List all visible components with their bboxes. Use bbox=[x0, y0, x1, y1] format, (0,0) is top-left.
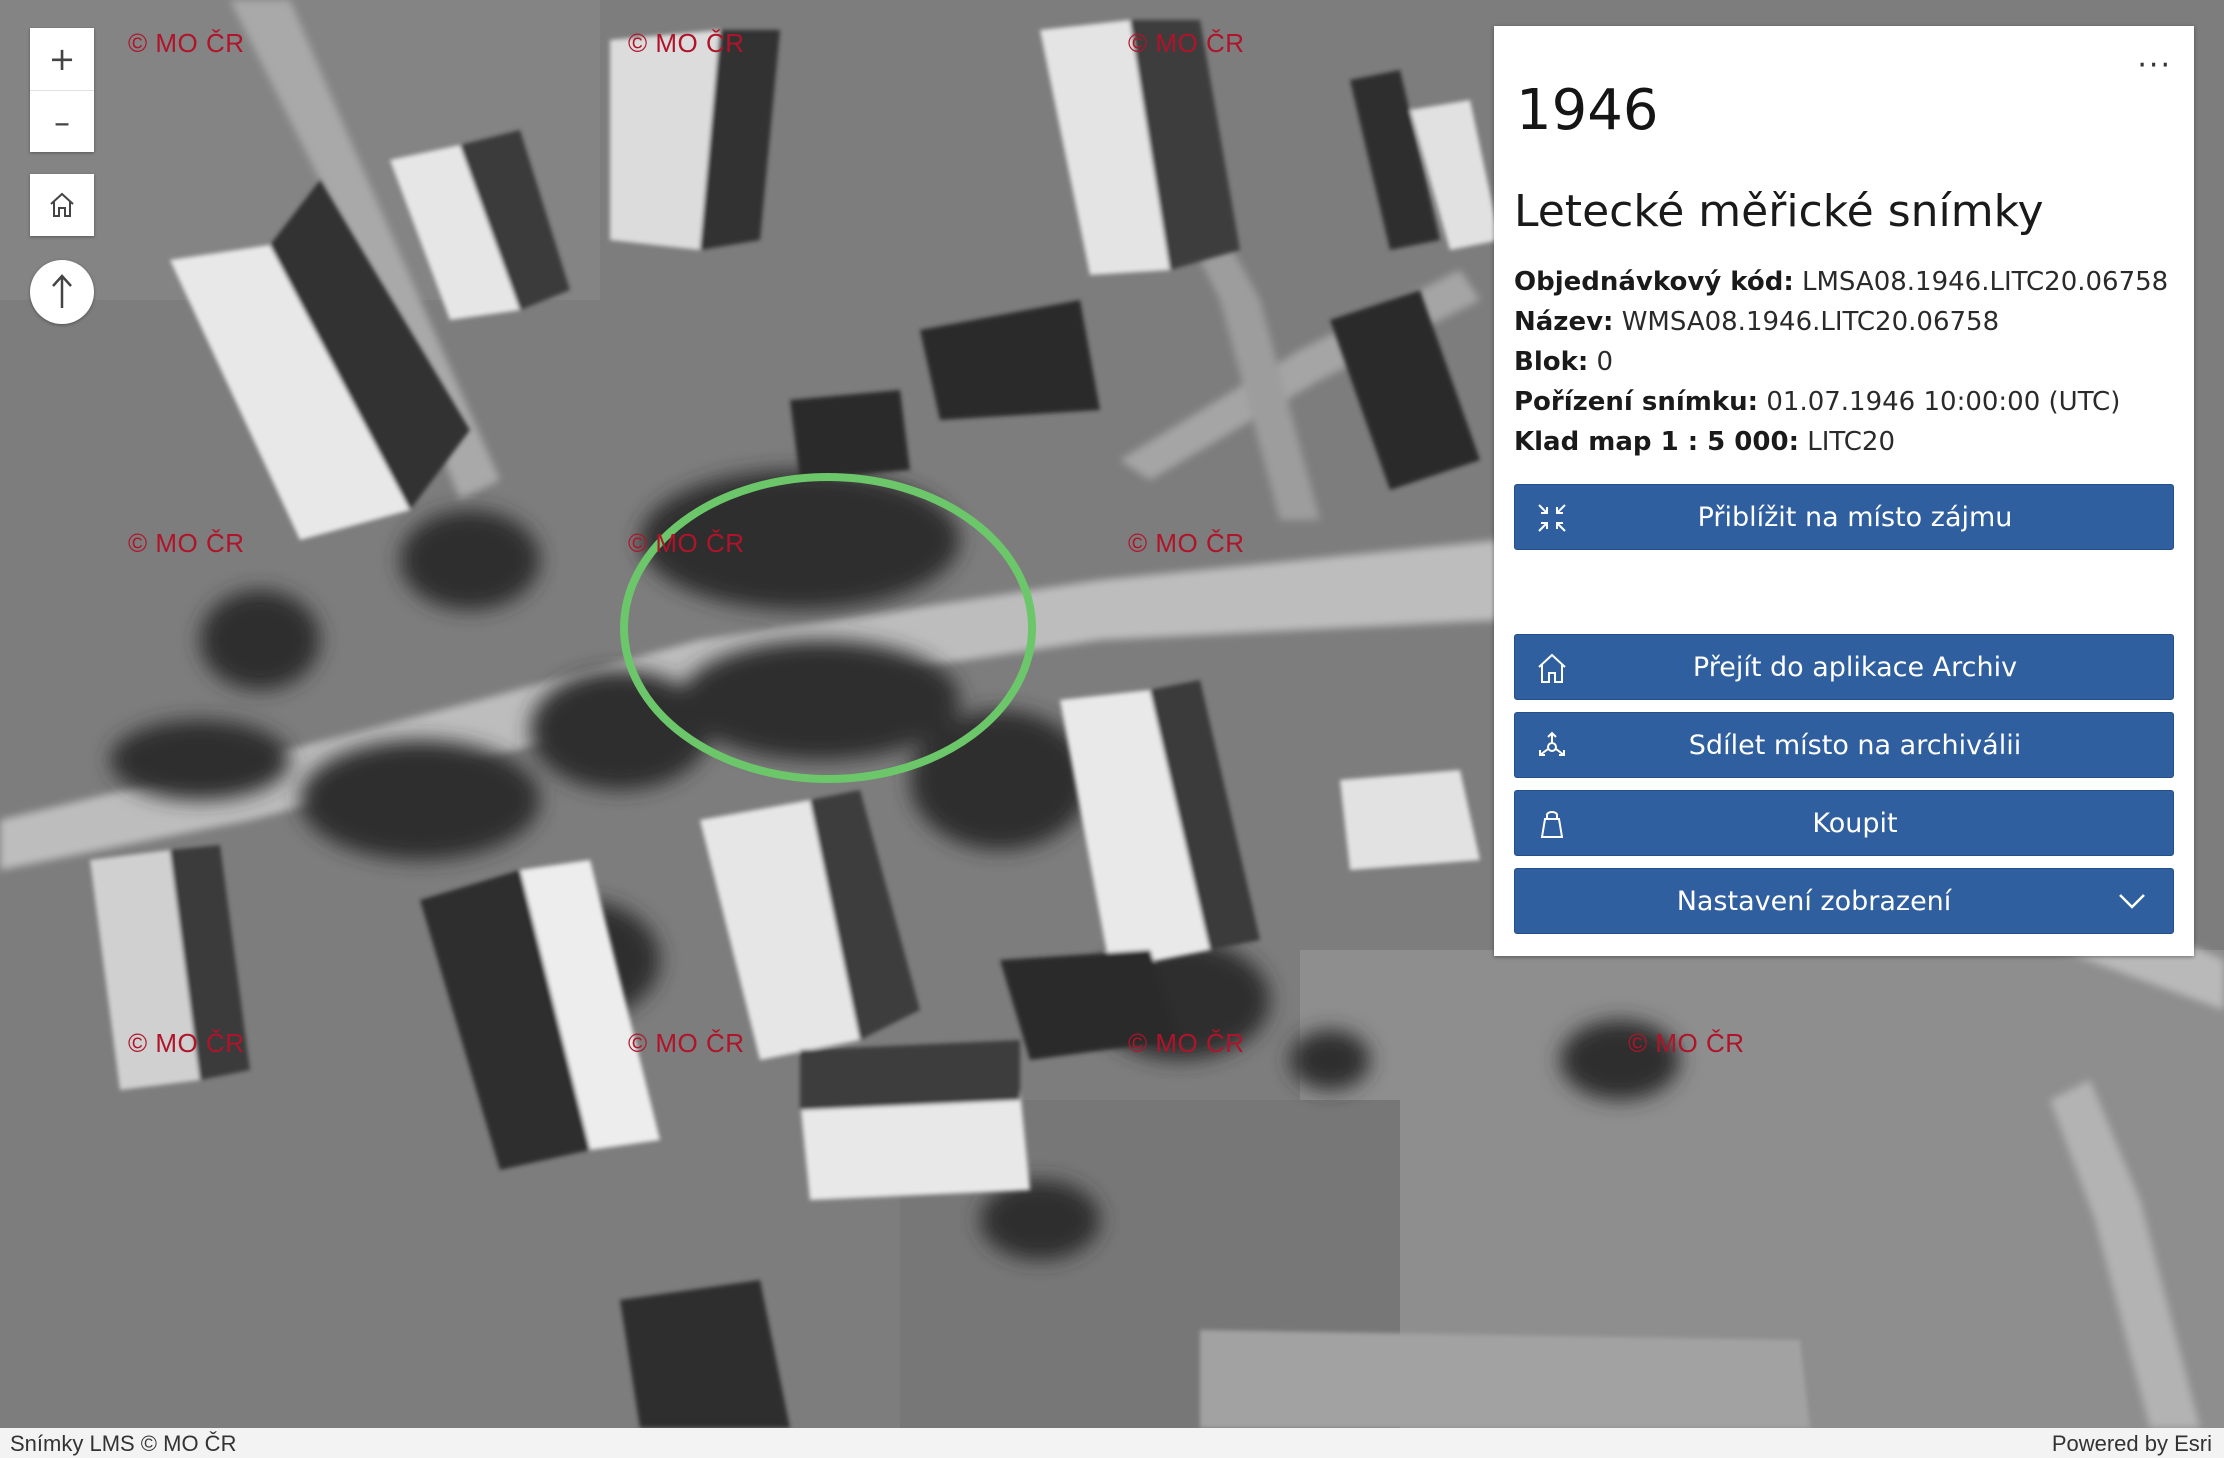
open-archive-button[interactable]: Přejít do aplikace Archiv bbox=[1514, 634, 2174, 700]
home-control bbox=[30, 174, 94, 236]
attribute-row: Klad map 1 : 5 000: LITC20 bbox=[1514, 422, 2168, 462]
attribution-bar: Snímky LMS © MO ČR Powered by Esri bbox=[0, 1428, 2224, 1458]
buy-label: Koupit bbox=[1812, 807, 1898, 839]
attribute-row: Blok: 0 bbox=[1514, 342, 2168, 382]
attribute-value: 0 bbox=[1596, 347, 1614, 377]
watermark: © MO ČR bbox=[128, 1028, 245, 1058]
watermark: © MO ČR bbox=[628, 28, 745, 58]
compass-button[interactable] bbox=[30, 260, 94, 324]
attribute-value: WMSA08.1946.LITC20.06758 bbox=[1621, 307, 2000, 337]
attribute-label: Blok: bbox=[1514, 347, 1589, 377]
north-arrow-icon bbox=[52, 274, 72, 308]
open-archive-label: Přejít do aplikace Archiv bbox=[1692, 651, 2018, 683]
shopping-bag-icon bbox=[1540, 811, 1564, 838]
powered-by-esri[interactable]: Powered by Esri bbox=[2052, 1431, 2212, 1457]
panel-year: 1946 bbox=[1516, 78, 1659, 143]
display-settings-label: Nastavení zobrazení bbox=[1676, 885, 1952, 917]
zoom-controls: + – bbox=[30, 28, 94, 152]
attribute-row: Pořízení snímku: 01.07.1946 10:00:00 (UT… bbox=[1514, 382, 2168, 422]
zoom-to-icon bbox=[1538, 504, 1566, 532]
attribute-label: Název: bbox=[1514, 307, 1614, 337]
zoom-out-button[interactable]: – bbox=[30, 90, 94, 152]
home-icon bbox=[1538, 653, 1566, 683]
share-location-label: Sdílet místo na archiválii bbox=[1688, 729, 2022, 761]
watermark: © MO ČR bbox=[1128, 28, 1245, 58]
watermark: © MO ČR bbox=[628, 528, 745, 558]
more-options-button[interactable]: ··· bbox=[2137, 51, 2172, 81]
watermark: © MO ČR bbox=[1128, 1028, 1245, 1058]
share-icon bbox=[1539, 731, 1565, 756]
watermark: © MO ČR bbox=[1128, 528, 1245, 558]
imagery-attribution: Snímky LMS © MO ČR bbox=[10, 1431, 237, 1456]
attribute-label: Pořízení snímku: bbox=[1514, 387, 1759, 417]
home-icon bbox=[50, 192, 74, 217]
watermark: © MO ČR bbox=[628, 1028, 745, 1058]
attribute-list: Objednávkový kód: LMSA08.1946.LITC20.067… bbox=[1514, 262, 2168, 462]
attribute-row: Objednávkový kód: LMSA08.1946.LITC20.067… bbox=[1514, 262, 2168, 302]
display-settings-dropdown[interactable]: Nastavení zobrazení bbox=[1514, 868, 2174, 934]
watermark: © MO ČR bbox=[1628, 1028, 1745, 1058]
buy-button[interactable]: Koupit bbox=[1514, 790, 2174, 856]
zoom-to-aoi-button[interactable]: Přiblížit na místo zájmu bbox=[1514, 484, 2174, 550]
attribute-label: Klad map 1 : 5 000: bbox=[1514, 427, 1799, 457]
attribute-row: Název: WMSA08.1946.LITC20.06758 bbox=[1514, 302, 2168, 342]
attribute-label: Objednávkový kód: bbox=[1514, 267, 1794, 297]
share-location-button[interactable]: Sdílet místo na archiválii bbox=[1514, 712, 2174, 778]
attribute-value: LMSA08.1946.LITC20.06758 bbox=[1802, 267, 2169, 297]
attribute-value: 01.07.1946 10:00:00 (UTC) bbox=[1766, 387, 2121, 417]
attribute-value: LITC20 bbox=[1807, 427, 1895, 457]
home-button[interactable] bbox=[30, 174, 94, 236]
zoom-to-aoi-label: Přiblížit na místo zájmu bbox=[1697, 501, 2013, 533]
panel-title: Letecké měřické snímky bbox=[1514, 186, 2044, 237]
chevron-down-icon bbox=[2119, 894, 2145, 909]
zoom-in-button[interactable]: + bbox=[30, 28, 94, 90]
watermark: © MO ČR bbox=[128, 28, 245, 58]
watermark: © MO ČR bbox=[128, 528, 245, 558]
info-panel: ··· 1946 Letecké měřické snímky Objednáv… bbox=[1494, 26, 2194, 956]
